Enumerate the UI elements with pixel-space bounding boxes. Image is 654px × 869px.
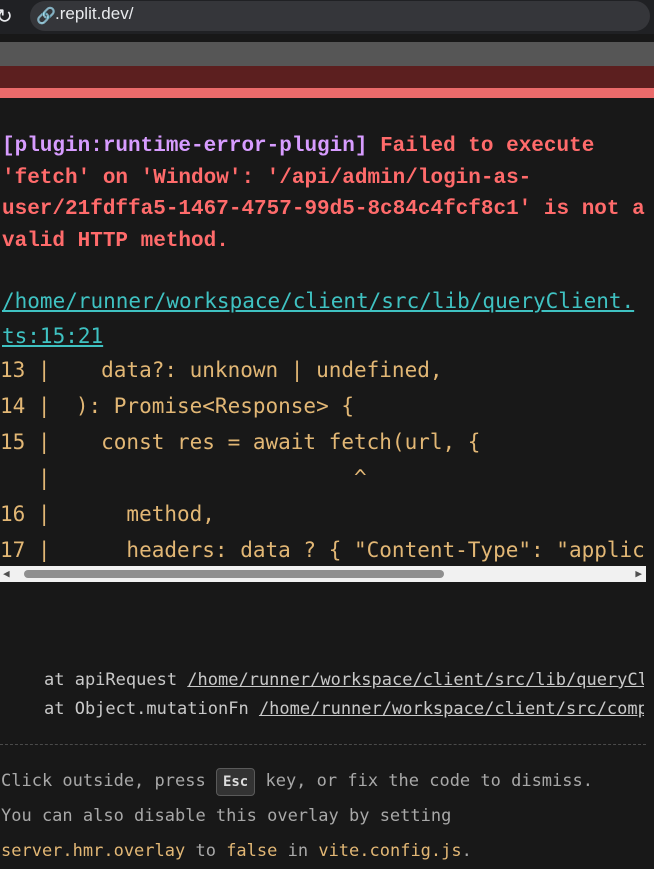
tip-text: . — [461, 841, 472, 861]
error-message: [plugin:runtime-error-plugin] Failed to … — [2, 131, 652, 257]
code-line: 15 | const res = await fetch(url, { — [0, 430, 481, 454]
scrollbar-thumb[interactable] — [24, 570, 444, 578]
tip-text: Click outside, press — [1, 771, 216, 791]
code-line: 17 | headers: data ? { "Content-Type": "… — [0, 538, 646, 562]
stack-trace: at apiRequest /home/runner/workspace/cli… — [44, 666, 644, 724]
tip-config-value: false — [226, 841, 278, 861]
code-line: 13 | data?: unknown | undefined, — [0, 358, 443, 382]
overlay-band-gray — [0, 42, 654, 66]
tip-text: in — [277, 841, 319, 861]
stack-frame: at apiRequest /home/runner/workspace/cli… — [44, 666, 644, 695]
stack-frame-path[interactable]: /home/runner/workspace/client/src/lib/qu… — [187, 670, 644, 690]
stack-frame: at Object.mutationFn /home/runner/worksp… — [44, 695, 644, 724]
stack-frame-path[interactable]: /home/runner/workspace/client/src/compon… — [259, 699, 644, 719]
code-caret-line: | ^ — [0, 466, 367, 490]
scroll-left-arrow-icon[interactable]: ◀ — [3, 567, 10, 580]
url-host: .replit.dev/ — [55, 4, 134, 23]
code-line: 16 | method, — [0, 502, 215, 526]
stack-frame-function: at apiRequest — [44, 670, 188, 690]
tip-text: to — [185, 841, 227, 861]
reload-icon[interactable]: ↻ — [0, 4, 13, 28]
stack-frame-function: at Object.mutationFn — [44, 699, 259, 719]
tip-line: server.hmr.overlay to false in vite.conf… — [1, 834, 651, 869]
url-text[interactable]: .replit.dev/ — [55, 4, 133, 24]
tip-config-file: vite.config.js — [318, 841, 462, 861]
divider — [0, 744, 646, 745]
dismiss-tip: Click outside, press Esc key, or fix the… — [1, 764, 651, 869]
tip-line: You can also disable this overlay by set… — [1, 806, 452, 826]
error-file-link[interactable]: /home/runner/workspace/client/src/lib/qu… — [2, 284, 642, 354]
error-plugin-label: [plugin:runtime-error-plugin] — [2, 135, 368, 158]
tip-text: key, or fix the code to dismiss. — [255, 771, 593, 791]
overlay-accent-bar — [0, 88, 654, 98]
tip-config-key: server.hmr.overlay — [1, 841, 186, 861]
code-frame: 13 | data?: unknown | undefined, 14 | ):… — [0, 352, 646, 564]
horizontal-scrollbar[interactable]: ◀ ▶ — [0, 566, 646, 582]
link-icon: 🔗 — [36, 6, 56, 25]
browser-toolbar: ↻ 🔗 .replit.dev/ — [0, 0, 654, 34]
tip-line: Click outside, press Esc key, or fix the… — [1, 764, 651, 799]
overlay-band-dark-red — [0, 66, 654, 88]
esc-key-badge: Esc — [215, 768, 256, 796]
scroll-right-arrow-icon[interactable]: ▶ — [635, 567, 642, 580]
code-line: 14 | ): Promise<Response> { — [0, 394, 355, 418]
